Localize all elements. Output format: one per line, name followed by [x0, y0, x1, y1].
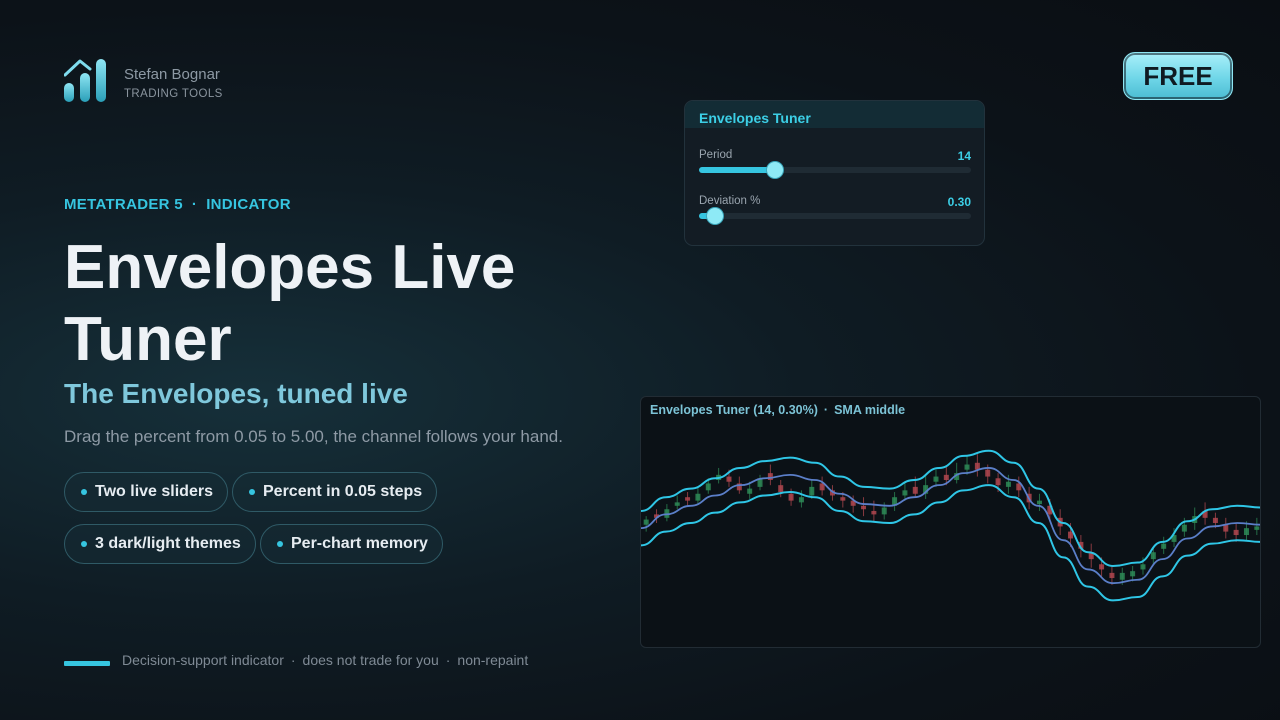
candle-body: [1243, 528, 1249, 536]
brand-name: Stefan Bognar: [124, 66, 220, 83]
candle-body: [1036, 500, 1042, 505]
candle-body: [1099, 564, 1105, 570]
eyebrow-type: INDICATOR: [206, 196, 291, 213]
candle-body: [1150, 552, 1156, 560]
candle-body: [1068, 531, 1074, 539]
period-label: Period: [699, 149, 733, 161]
footer-accent-bar: [64, 661, 110, 666]
period-slider-track[interactable]: [699, 162, 971, 178]
page-title: Envelopes Live Tuner: [64, 233, 516, 374]
page-description: Drag the percent from 0.05 to 5.00, the …: [64, 427, 563, 446]
price-chart: Envelopes Tuner (14, 0.30%) · SMA middle: [640, 396, 1261, 648]
page-subtitle: The Envelopes, tuned live: [64, 378, 408, 409]
period-value: 14: [957, 149, 971, 163]
footer-text: Decision-support indicator · does not trad…: [122, 652, 528, 668]
footer-separator: ·: [290, 652, 296, 668]
candle-body: [674, 502, 680, 506]
brand-subtitle: TRADING TOOLS: [124, 88, 223, 100]
chart-caption: Envelopes Tuner (14, 0.30%) · SMA middle: [650, 403, 905, 417]
tuner-panel: Envelopes Tuner Period 14 Deviation % 0.…: [684, 100, 985, 246]
candle-body: [1233, 529, 1239, 536]
bullet-icon: [277, 541, 283, 547]
footer-item: non-repaint: [457, 652, 529, 668]
candle-body: [1254, 526, 1260, 530]
candle-body: [788, 493, 794, 501]
deviation-slider-track[interactable]: [699, 208, 971, 224]
deviation-value: 0.30: [947, 195, 971, 209]
bullet-icon: [81, 541, 87, 547]
chart-mode-label: SMA middle: [834, 403, 906, 417]
envelope-lower-line: [641, 484, 1260, 602]
candle-body: [871, 510, 877, 515]
eyebrow-separator: ·: [191, 196, 198, 213]
candle-body: [840, 497, 846, 501]
feature-pill: Percent in 0.05 steps: [232, 472, 438, 512]
feature-pill: 3 dark/light themes: [64, 524, 256, 564]
footer-separator: ·: [445, 652, 451, 668]
footer-item: Decision-support indicator: [122, 652, 284, 668]
candle-body: [778, 485, 784, 493]
feature-label: Two live sliders: [95, 483, 213, 500]
candle-body: [881, 507, 887, 515]
candle-body: [861, 505, 867, 510]
candle-body: [912, 486, 918, 494]
candle-body: [695, 493, 701, 501]
feature-label: Per-chart memory: [291, 535, 428, 552]
envelope-middle-line: [641, 467, 1260, 585]
candle-body: [1140, 564, 1146, 570]
candle-body: [964, 464, 970, 470]
candle-body: [1119, 572, 1125, 580]
deviation-label: Deviation %: [699, 195, 761, 207]
candle-body: [902, 490, 908, 496]
candle-body: [685, 497, 691, 501]
candle-body: [933, 476, 939, 482]
chart-caption-separator: ·: [823, 403, 829, 417]
candle-body: [726, 476, 732, 482]
deviation-slider-thumb[interactable]: [707, 208, 724, 224]
candle-body: [798, 497, 804, 503]
candle-body: [1212, 517, 1218, 523]
eyebrow-platform: METATRADER 5: [64, 196, 183, 213]
candle-body: [995, 478, 1001, 486]
candle-body: [705, 483, 711, 491]
candle-body: [1130, 571, 1136, 577]
tuner-panel-title: Envelopes Tuner: [685, 101, 984, 128]
bullet-icon: [249, 489, 255, 495]
period-slider-thumb[interactable]: [767, 162, 784, 178]
free-badge: FREE: [1123, 52, 1233, 100]
chart-indicator-label: Envelopes Tuner (14, 0.30%): [650, 403, 818, 417]
eyebrow: METATRADER 5 · INDICATOR: [64, 196, 291, 213]
candle-body: [985, 469, 991, 477]
candle-body: [1109, 572, 1115, 579]
feature-label: 3 dark/light themes: [95, 535, 241, 552]
feature-pill: Per-chart memory: [260, 524, 443, 564]
brand-logo-icon: [64, 59, 106, 102]
chart-plot: [641, 449, 1260, 602]
candle-body: [1161, 543, 1167, 549]
feature-pill: Two live sliders: [64, 472, 228, 512]
candle-body: [1181, 524, 1187, 532]
candle-body: [943, 474, 949, 480]
candle-body: [1005, 481, 1011, 487]
bullet-icon: [81, 489, 87, 495]
footer-item: does not trade for you: [302, 652, 439, 668]
envelope-upper-line: [641, 449, 1260, 568]
candle-body: [747, 488, 753, 494]
candle-body: [643, 519, 649, 525]
period-slider-fill: [699, 167, 776, 173]
feature-label: Percent in 0.05 steps: [263, 483, 423, 500]
candle-body: [809, 486, 815, 496]
